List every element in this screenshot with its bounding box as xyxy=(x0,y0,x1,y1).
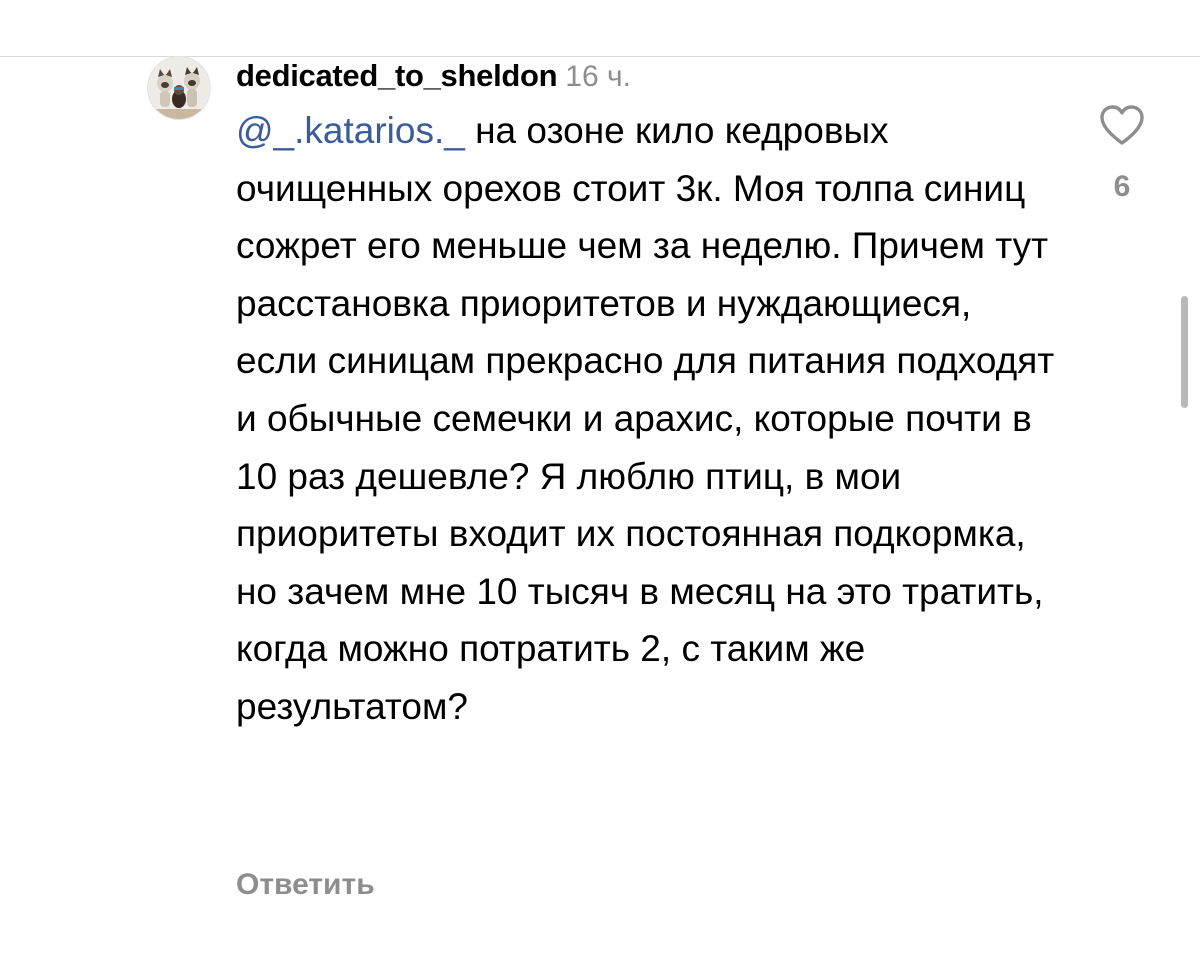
scrollbar-thumb[interactable] xyxy=(1181,296,1188,408)
comment-username[interactable]: dedicated_to_sheldon xyxy=(236,58,558,93)
avatar-cats-image xyxy=(148,57,210,119)
like-area: 6 xyxy=(1096,104,1148,204)
comment-meta: dedicated_to_sheldon 16 ч. xyxy=(236,50,1066,102)
comment-screen: dedicated_to_sheldon 16 ч. @_.katarios._ … xyxy=(0,0,1200,955)
comment-text: @_.katarios._ на озоне кило кедровых очи… xyxy=(236,102,1056,736)
comment-body: dedicated_to_sheldon 16 ч. @_.katarios._ … xyxy=(236,50,1066,736)
comment-message: на озоне кило кедровых очищенных орехов … xyxy=(236,110,1055,727)
heart-outline-icon[interactable] xyxy=(1099,104,1145,146)
comment-timestamp: 16 ч. xyxy=(565,60,631,93)
like-count: 6 xyxy=(1113,170,1131,203)
mention-link[interactable]: @_.katarios._ xyxy=(236,110,465,151)
reply-button[interactable]: Ответить xyxy=(236,868,375,902)
avatar[interactable] xyxy=(147,56,211,120)
